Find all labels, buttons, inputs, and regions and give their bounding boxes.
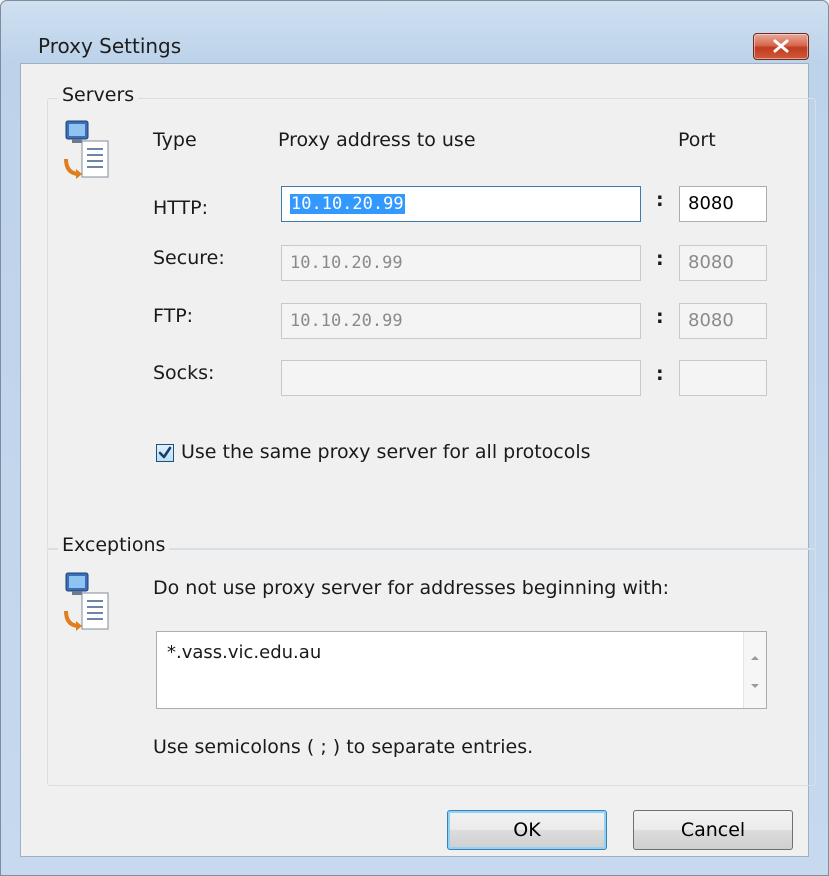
column-header-type: Type [153, 129, 197, 151]
network-computer-icon [64, 572, 109, 631]
ok-button[interactable]: OK [447, 810, 607, 850]
exceptions-description: Do not use proxy server for addresses be… [153, 577, 670, 599]
ftp-label: FTP: [153, 305, 194, 327]
same-proxy-checkbox[interactable] [156, 444, 174, 462]
column-header-port: Port [678, 129, 716, 151]
scroll-up-icon[interactable] [744, 652, 766, 664]
http-address-input[interactable]: 10.10.20.99 [281, 186, 641, 222]
column-header-address: Proxy address to use [278, 129, 476, 151]
socks-address-input[interactable] [281, 360, 641, 396]
ftp-colon: : [656, 306, 664, 328]
close-button[interactable] [753, 33, 809, 60]
same-proxy-label[interactable]: Use the same proxy server for all protoc… [181, 441, 591, 463]
http-label: HTTP: [153, 197, 209, 219]
secure-port-input[interactable]: 8080 [679, 245, 767, 281]
exceptions-hint: Use semicolons ( ; ) to separate entries… [153, 736, 534, 758]
title-bar[interactable]: Proxy Settings [2, 2, 827, 60]
exceptions-value: *.vass.vic.edu.au [167, 642, 322, 663]
socks-colon: : [656, 363, 664, 385]
ftp-address-input[interactable]: 10.10.20.99 [281, 303, 641, 339]
window-title: Proxy Settings [38, 34, 182, 58]
network-computer-icon [64, 120, 109, 179]
socks-label: Socks: [153, 362, 215, 384]
dialog-client-area: Servers Type Proxy address to use Port H… [20, 63, 816, 857]
socks-port-input[interactable] [679, 360, 767, 396]
exceptions-group-title: Exceptions [58, 534, 170, 556]
exceptions-textarea[interactable]: *.vass.vic.edu.au [156, 631, 767, 709]
servers-group-title: Servers [58, 84, 139, 106]
http-colon: : [656, 189, 664, 211]
secure-address-input[interactable]: 10.10.20.99 [281, 245, 641, 281]
scroll-down-icon[interactable] [744, 680, 766, 692]
ftp-port-input[interactable]: 8080 [679, 303, 767, 339]
checkmark-icon [158, 446, 172, 459]
cancel-button[interactable]: Cancel [633, 810, 793, 850]
http-address-value: 10.10.20.99 [290, 194, 405, 214]
exceptions-group: Exceptions Do not use proxy server for a… [47, 534, 816, 786]
secure-colon: : [656, 248, 664, 270]
servers-group: Servers Type Proxy address to use Port H… [47, 84, 816, 550]
close-icon [773, 39, 789, 53]
exceptions-scrollbar[interactable] [743, 632, 766, 708]
secure-label: Secure: [153, 247, 225, 269]
http-port-input[interactable]: 8080 [679, 186, 767, 222]
